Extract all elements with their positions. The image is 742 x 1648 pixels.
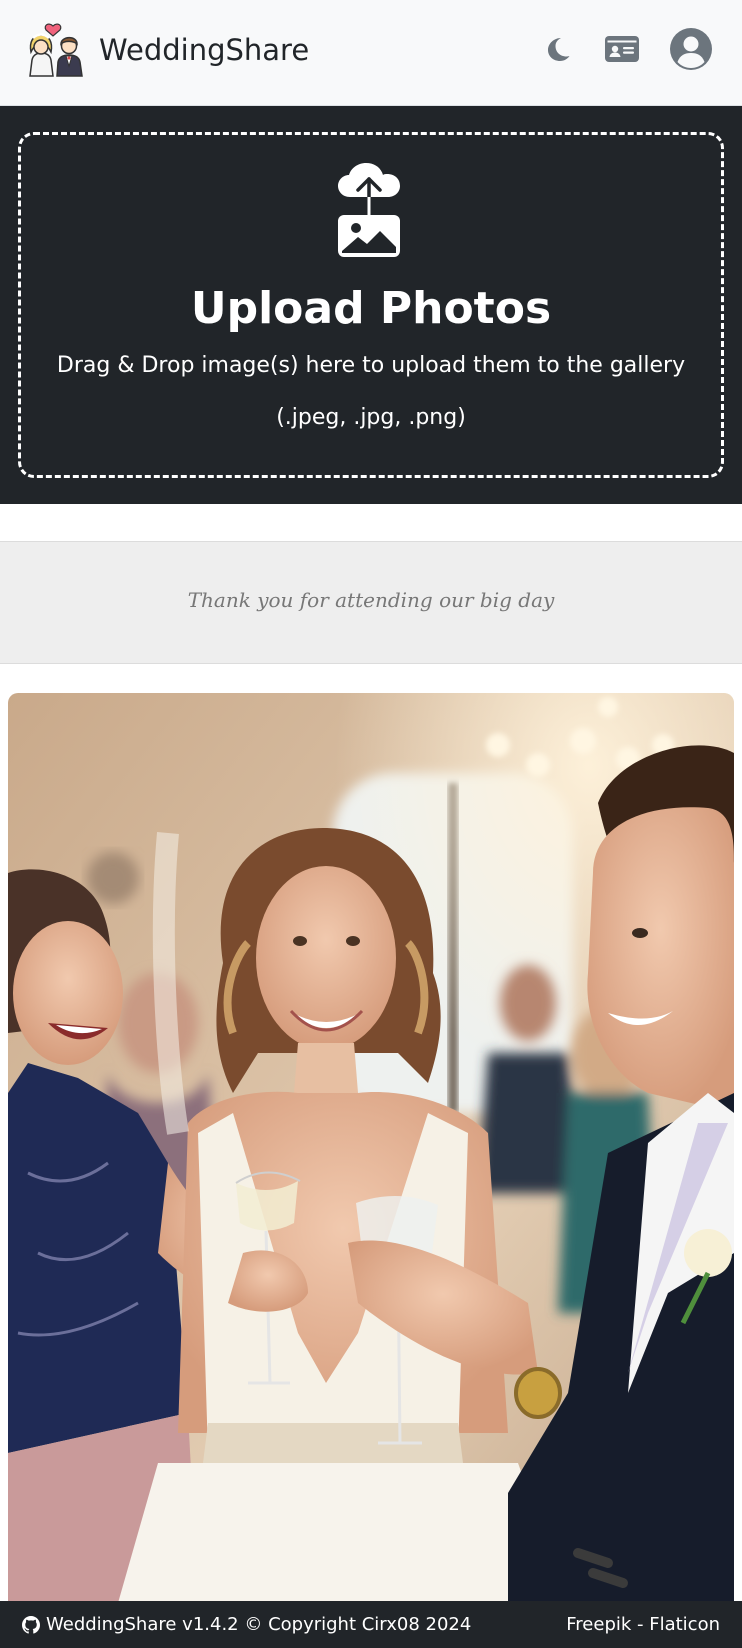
navbar: WeddingShare	[0, 0, 742, 106]
thank-you-banner: Thank you for attending our big day	[0, 541, 742, 664]
account-button[interactable]	[668, 26, 714, 72]
brand-link[interactable]: WeddingShare	[27, 22, 309, 78]
footer: WeddingShare v1.4.2 © Copyright Cirx08 2…	[0, 1601, 742, 1648]
upload-description: Drag & Drop image(s) here to upload them…	[56, 353, 686, 378]
github-icon[interactable]	[22, 1615, 40, 1634]
user-circle-icon	[670, 28, 712, 70]
gallery-photo[interactable]	[8, 693, 734, 1603]
page: WeddingShare Upload Photos Drag & Drop i…	[0, 0, 742, 1648]
brand-name: WeddingShare	[99, 33, 310, 67]
upload-section: Upload Photos Drag & Drop image(s) here …	[0, 106, 742, 504]
wedding-guests-photo	[8, 693, 734, 1603]
theme-toggle-button[interactable]	[540, 26, 576, 72]
footer-right: Freepik - Flaticon	[566, 1601, 720, 1648]
id-card-icon	[605, 36, 639, 62]
credit-link[interactable]: Freepik - Flaticon	[566, 1614, 720, 1635]
upload-file-types: (.jpeg, .jpg, .png)	[276, 405, 466, 430]
cloud-upload-image-icon	[338, 163, 400, 257]
footer-left: WeddingShare v1.4.2 © Copyright Cirx08 2…	[22, 1601, 471, 1648]
upload-title: Upload Photos	[190, 283, 552, 334]
identity-button[interactable]	[603, 26, 641, 72]
moon-icon	[548, 38, 570, 61]
banner-text: Thank you for attending our big day	[187, 588, 555, 612]
version-link[interactable]: WeddingShare v1.4.2 © Copyright Cirx08 2…	[46, 1614, 471, 1635]
bride-groom-icon	[29, 23, 83, 77]
